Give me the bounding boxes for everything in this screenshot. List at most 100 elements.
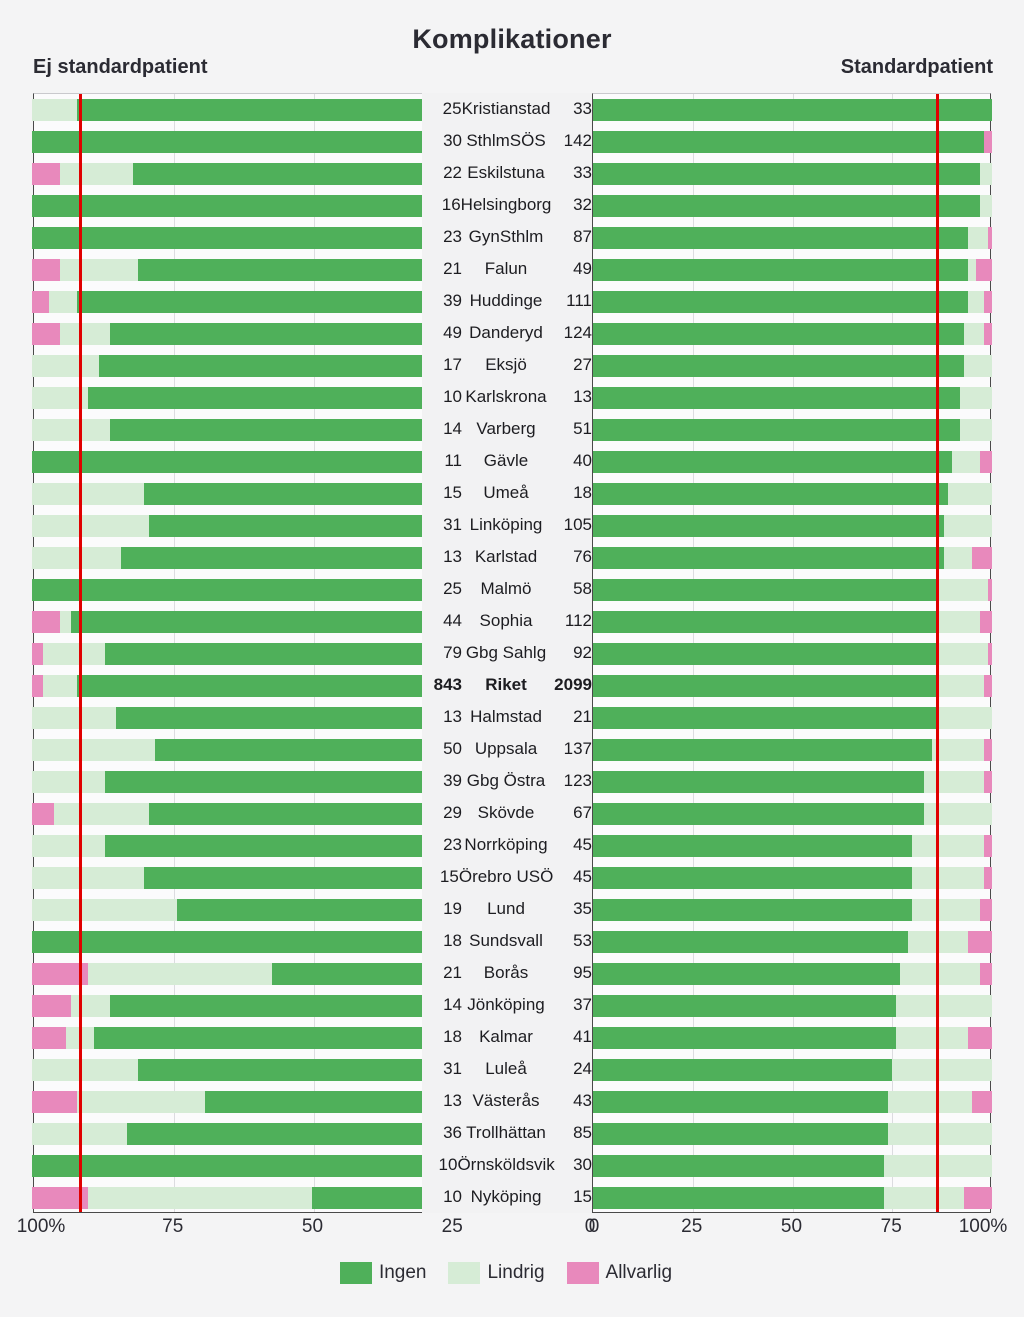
bar-row[interactable] bbox=[593, 195, 992, 217]
bar-segment-lindrig bbox=[71, 995, 111, 1017]
count-left: 13 bbox=[443, 547, 462, 566]
bar-row[interactable] bbox=[593, 163, 992, 185]
bar-row[interactable] bbox=[593, 867, 992, 889]
list-item[interactable]: 29 Skövde 67 bbox=[422, 798, 592, 828]
list-item[interactable]: 15 Örebro USÖ 45 bbox=[422, 862, 592, 892]
bar-row[interactable] bbox=[593, 1187, 992, 1209]
bar-row[interactable] bbox=[593, 547, 992, 569]
bar-row[interactable] bbox=[593, 515, 992, 537]
bar-row[interactable] bbox=[593, 291, 992, 313]
list-item[interactable]: 10 Karlskrona 13 bbox=[422, 382, 592, 412]
list-item[interactable]: 25 Kristianstad 33 bbox=[422, 94, 592, 124]
category-name: Nyköping bbox=[470, 1187, 542, 1206]
list-item[interactable]: 15 Umeå 18 bbox=[422, 478, 592, 508]
list-item[interactable]: 31 Luleå 24 bbox=[422, 1054, 592, 1084]
bar-row[interactable] bbox=[593, 1155, 992, 1177]
list-item[interactable]: 10 Nyköping 15 bbox=[422, 1182, 592, 1212]
list-item[interactable]: 23 Norrköping 45 bbox=[422, 830, 592, 860]
bar-row[interactable] bbox=[593, 675, 992, 697]
count-left: 18 bbox=[443, 1027, 462, 1046]
bar-segment-lindrig bbox=[32, 355, 100, 377]
list-item[interactable]: 30 SthlmSÖS 142 bbox=[422, 126, 592, 156]
bar-row[interactable] bbox=[593, 387, 992, 409]
count-right: 33 bbox=[573, 99, 592, 118]
plot-inner-right bbox=[592, 93, 992, 1213]
bar-row[interactable] bbox=[593, 931, 992, 953]
bar-row[interactable] bbox=[593, 995, 992, 1017]
legend-item[interactable]: Ingen bbox=[339, 1262, 427, 1284]
legend-item[interactable]: Lindrig bbox=[448, 1262, 545, 1284]
list-item[interactable]: 18 Sundsvall 53 bbox=[422, 926, 592, 956]
bar-row[interactable] bbox=[593, 419, 992, 441]
bar-row[interactable] bbox=[593, 99, 992, 121]
legend-item[interactable]: Allvarlig bbox=[566, 1262, 672, 1284]
count-right: 85 bbox=[573, 1123, 592, 1142]
bar-row[interactable] bbox=[593, 1123, 992, 1145]
bar-row[interactable] bbox=[593, 611, 992, 633]
bar-segment-lindrig bbox=[964, 355, 992, 377]
bar-row[interactable] bbox=[593, 643, 992, 665]
list-item[interactable]: 843 Riket 2099 bbox=[422, 670, 592, 700]
bar-row[interactable] bbox=[593, 739, 992, 761]
list-item[interactable]: 21 Borås 95 bbox=[422, 958, 592, 988]
category-name: Karlskrona bbox=[465, 387, 547, 406]
list-item[interactable]: 31 Linköping 105 bbox=[422, 510, 592, 540]
bar-row[interactable] bbox=[593, 1059, 992, 1081]
list-item[interactable]: 14 Varberg 51 bbox=[422, 414, 592, 444]
bar-row[interactable] bbox=[593, 803, 992, 825]
bar-row[interactable] bbox=[593, 707, 992, 729]
list-item[interactable]: 13 Västerås 43 bbox=[422, 1086, 592, 1116]
bar-row[interactable] bbox=[593, 771, 992, 793]
bar-row[interactable] bbox=[593, 483, 992, 505]
list-item[interactable]: 11 Gävle 40 bbox=[422, 446, 592, 476]
count-right: 95 bbox=[573, 963, 592, 982]
count-left: 17 bbox=[443, 355, 462, 374]
list-item[interactable]: 50 Uppsala 137 bbox=[422, 734, 592, 764]
list-item[interactable]: 22 Eskilstuna 33 bbox=[422, 158, 592, 188]
list-item[interactable]: 39 Gbg Östra 123 bbox=[422, 766, 592, 796]
list-item[interactable]: 79 Gbg Sahlg 92 bbox=[422, 638, 592, 668]
list-item[interactable]: 14 Jönköping 37 bbox=[422, 990, 592, 1020]
list-item[interactable]: 39 Huddinge 111 bbox=[422, 286, 592, 316]
bar-segment-lindrig bbox=[952, 451, 981, 473]
bar-segment-ingen bbox=[593, 1123, 889, 1145]
list-item[interactable]: 23 GynSthlm 87 bbox=[422, 222, 592, 252]
list-item[interactable]: 17 Eksjö 27 bbox=[422, 350, 592, 380]
list-item[interactable]: 49 Danderyd 124 bbox=[422, 318, 592, 348]
count-left: 15 bbox=[443, 483, 462, 502]
list-item[interactable]: 13 Karlstad 76 bbox=[422, 542, 592, 572]
bar-row[interactable] bbox=[593, 259, 992, 281]
count-right: 40 bbox=[573, 451, 592, 470]
bar-row[interactable] bbox=[593, 835, 992, 857]
legend-label: Ingen bbox=[378, 1262, 427, 1283]
list-item[interactable]: 25 Malmö 58 bbox=[422, 574, 592, 604]
list-item[interactable]: 18 Kalmar 41 bbox=[422, 1022, 592, 1052]
axis-tick-label: 100% bbox=[958, 1216, 1008, 1237]
list-item[interactable]: 19 Lund 35 bbox=[422, 894, 592, 924]
bar-segment-lindrig bbox=[59, 611, 72, 633]
bar-row[interactable] bbox=[593, 579, 992, 601]
list-item[interactable]: 13 Halmstad 21 bbox=[422, 702, 592, 732]
list-item[interactable]: 10 Örnsköldsvik 30 bbox=[422, 1150, 592, 1180]
count-left: 10 bbox=[443, 387, 462, 406]
bar-segment-ingen bbox=[593, 899, 913, 921]
bar-segment-lindrig bbox=[912, 899, 981, 921]
list-item[interactable]: 21 Falun 49 bbox=[422, 254, 592, 284]
count-left: 31 bbox=[443, 515, 462, 534]
bar-row[interactable] bbox=[593, 899, 992, 921]
bar-row[interactable] bbox=[593, 323, 992, 345]
bar-row[interactable] bbox=[593, 227, 992, 249]
reference-line-left bbox=[78, 94, 82, 1212]
bar-row[interactable] bbox=[593, 1027, 992, 1049]
list-item[interactable]: 44 Sophia 112 bbox=[422, 606, 592, 636]
category-name: SthlmSÖS bbox=[466, 131, 546, 150]
bar-row[interactable] bbox=[593, 355, 992, 377]
bar-row[interactable] bbox=[593, 131, 992, 153]
list-item[interactable]: 36 Trollhättan 85 bbox=[422, 1118, 592, 1148]
category-name: Huddinge bbox=[469, 291, 543, 310]
list-item[interactable]: 16 Helsingborg 32 bbox=[422, 190, 592, 220]
bar-row[interactable] bbox=[593, 963, 992, 985]
count-right: 87 bbox=[573, 227, 592, 246]
bar-row[interactable] bbox=[593, 451, 992, 473]
bar-row[interactable] bbox=[593, 1091, 992, 1113]
